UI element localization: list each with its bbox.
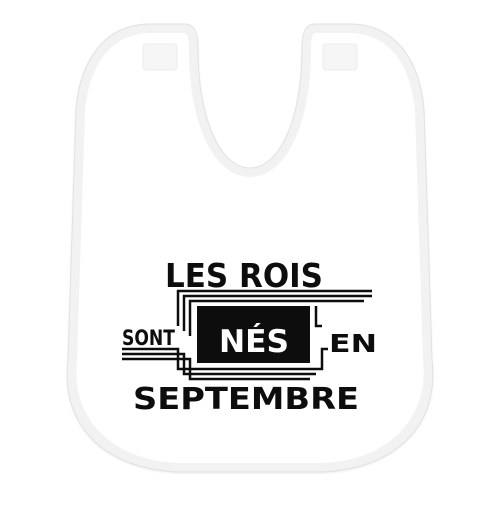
bib-illustration: LES ROIS SONT NÉS EN SEPTEMBRE bbox=[66, 23, 434, 473]
print-line-2-center: NÉS bbox=[219, 324, 289, 360]
print-line-2-left: SONT bbox=[122, 326, 176, 350]
velcro-tab-left bbox=[142, 43, 178, 71]
product-photo: LES ROIS SONT NÉS EN SEPTEMBRE bbox=[0, 0, 500, 500]
print-line-2-right: EN bbox=[329, 329, 377, 358]
velcro-tab-right bbox=[322, 43, 358, 71]
print-line-1: LES ROIS bbox=[165, 256, 323, 295]
print-line-3: SEPTEMBRE bbox=[133, 382, 359, 417]
